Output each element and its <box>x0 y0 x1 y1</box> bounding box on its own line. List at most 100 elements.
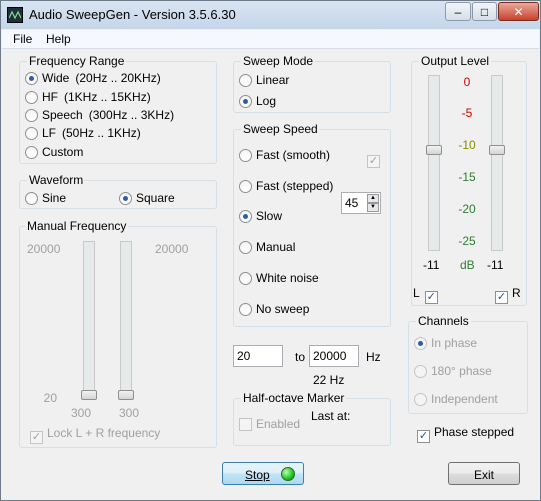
sweep-from-input[interactable] <box>233 345 283 367</box>
left-freq-bottom: 300 <box>71 406 92 420</box>
waveform-square-radio[interactable]: Square <box>119 191 175 205</box>
level-scale-label: -15 <box>458 170 476 184</box>
minimize-button[interactable]: – <box>445 2 471 21</box>
radio-indicator <box>239 272 252 285</box>
radio-indicator <box>119 192 132 205</box>
check-mark-icon: ✓ <box>367 155 380 168</box>
channels-180-phase-radio[interactable]: 180° phase <box>414 364 492 378</box>
right-freq-bottom: 300 <box>119 406 140 420</box>
speed-spin-box[interactable]: 45 ▲ ▼ <box>341 192 381 214</box>
radio-indicator <box>25 72 38 85</box>
channels-independent-radio[interactable]: Independent <box>414 392 498 406</box>
level-scale-label: -10 <box>458 138 476 152</box>
stop-button-label: Stop <box>245 468 270 482</box>
frequency-range-title: Frequency Range <box>27 54 127 68</box>
stop-button[interactable]: Stop <box>222 462 304 485</box>
range-wide-radio[interactable]: Wide (20Hz .. 20KHz) <box>25 71 161 85</box>
waveform-sine-radio[interactable]: Sine <box>25 191 66 205</box>
level-scale-label: 0 <box>463 75 471 89</box>
check-mark-icon: ✓ <box>30 431 43 444</box>
level-scale-label: -20 <box>458 202 476 216</box>
right-level-thumb[interactable] <box>489 145 505 155</box>
speed-fast-stepped-radio[interactable]: Fast (stepped) <box>239 179 333 193</box>
right-level-slider[interactable] <box>491 75 503 251</box>
app-waveform-icon <box>7 7 23 23</box>
radio-indicator <box>239 210 252 223</box>
manual-frequency-title: Manual Frequency <box>25 219 129 233</box>
maximize-button[interactable]: □ <box>472 2 497 21</box>
speed-white-noise-radio[interactable]: White noise <box>239 271 319 285</box>
radio-indicator <box>239 303 252 316</box>
menu-bar: File Help <box>2 30 539 49</box>
right-level-value: -11 <box>487 258 504 272</box>
range-hf-radio[interactable]: HF (1KHz .. 15KHz) <box>25 90 151 104</box>
left-freq-min: 20 <box>43 391 57 405</box>
range-lf-radio[interactable]: LF (50Hz .. 1KHz) <box>25 126 141 140</box>
check-mark-icon: ✓ <box>424 291 438 304</box>
menu-help[interactable]: Help <box>46 32 71 46</box>
sweep-mode-title: Sweep Mode <box>241 54 316 68</box>
left-frequency-thumb[interactable] <box>81 390 97 400</box>
sweep-speed-title: Sweep Speed <box>241 122 320 136</box>
close-button[interactable]: ✕ <box>498 2 539 21</box>
smooth-option-checkbox[interactable]: ✓ <box>367 150 384 168</box>
half-octave-enabled-checkbox[interactable]: Enabled <box>239 417 300 431</box>
check-mark-icon: ✓ <box>495 291 508 304</box>
channels-in-phase-radio[interactable]: In phase <box>414 336 477 350</box>
title-bar: Audio SweepGen - Version 3.5.6.30 – □ ✕ <box>1 1 540 29</box>
level-scale-label: -25 <box>458 234 476 248</box>
output-level-title: Output Level <box>419 54 492 68</box>
sweep-unit-label: Hz <box>366 350 381 364</box>
right-frequency-slider[interactable] <box>120 241 132 399</box>
right-channel-checkbox[interactable]: ✓ R <box>495 286 521 304</box>
sweep-to-input[interactable] <box>309 345 359 367</box>
left-level-slider[interactable] <box>428 75 440 251</box>
speed-fast-smooth-radio[interactable]: Fast (smooth) <box>239 148 330 162</box>
left-frequency-slider[interactable] <box>83 241 95 399</box>
sweep-linear-radio[interactable]: Linear <box>239 73 289 87</box>
half-octave-title: Half-octave Marker <box>241 391 347 405</box>
lock-lr-checkbox[interactable]: ✓ Lock L + R frequency <box>30 426 160 444</box>
spin-buttons: ▲ ▼ <box>367 194 379 212</box>
maximize-icon: □ <box>480 5 489 19</box>
radio-indicator <box>25 192 38 205</box>
range-custom-radio[interactable]: Custom <box>25 145 83 159</box>
radio-indicator <box>239 180 252 193</box>
speed-slow-radio[interactable]: Slow <box>239 209 282 223</box>
channels-title: Channels <box>416 314 471 328</box>
phase-stepped-checkbox[interactable]: ✓ Phase stepped <box>417 425 514 443</box>
radio-indicator <box>25 146 38 159</box>
radio-indicator <box>414 393 427 406</box>
sweep-to-label: to <box>295 350 306 364</box>
last-at-label: Last at: <box>311 409 351 423</box>
window-title: Audio SweepGen - Version 3.5.6.30 <box>29 7 236 22</box>
exit-button[interactable]: Exit <box>448 462 520 485</box>
speed-no-sweep-radio[interactable]: No sweep <box>239 302 309 316</box>
waveform-title: Waveform <box>27 173 86 187</box>
check-mark-icon: ✓ <box>417 430 430 443</box>
radio-indicator <box>25 109 38 122</box>
sweep-log-radio[interactable]: Log <box>239 94 276 108</box>
radio-indicator <box>25 127 38 140</box>
left-channel-checkbox[interactable]: L ✓ <box>413 286 442 304</box>
radio-indicator <box>25 91 38 104</box>
level-scale-label: -5 <box>461 106 473 120</box>
radio-indicator <box>414 337 427 350</box>
left-level-thumb[interactable] <box>426 145 442 155</box>
exit-button-label: Exit <box>473 468 494 482</box>
radio-indicator <box>414 365 427 378</box>
spin-down-icon[interactable]: ▼ <box>367 203 379 212</box>
right-freq-max: 20000 <box>155 242 189 256</box>
manual-frequency-group: Manual Frequency <box>19 219 217 448</box>
speed-manual-radio[interactable]: Manual <box>239 240 295 254</box>
current-frequency: 22 Hz <box>313 373 345 387</box>
checkbox-indicator <box>239 418 252 431</box>
left-level-value: -11 <box>423 258 440 272</box>
right-frequency-thumb[interactable] <box>118 390 134 400</box>
speed-spin-value: 45 <box>345 196 359 210</box>
spin-up-icon[interactable]: ▲ <box>367 194 379 203</box>
menu-file[interactable]: File <box>13 32 32 46</box>
range-speech-radio[interactable]: Speech (300Hz .. 3KHz) <box>25 108 174 122</box>
app-window: Audio SweepGen - Version 3.5.6.30 – □ ✕ … <box>0 0 541 501</box>
radio-indicator <box>239 74 252 87</box>
